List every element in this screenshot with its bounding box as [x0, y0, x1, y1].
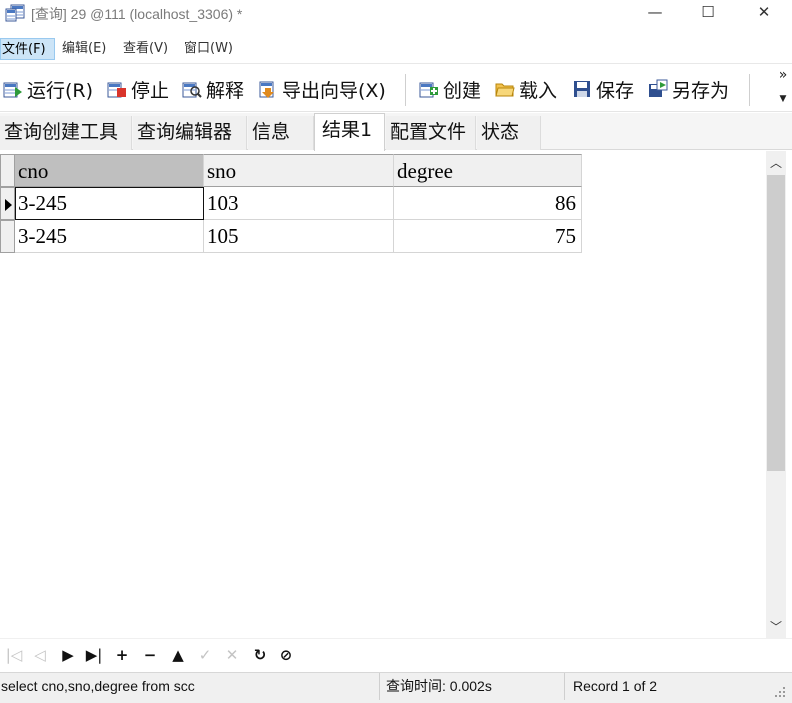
menu-file[interactable]: 文件(F) — [0, 38, 55, 60]
explain-icon — [182, 82, 202, 98]
maximize-button[interactable]: ☐ — [682, 0, 734, 26]
stop-button[interactable]: 停止 — [107, 75, 169, 103]
tab-info[interactable]: 信息 — [248, 116, 314, 150]
save-label: 保存 — [596, 79, 635, 102]
table-cell[interactable]: 75 — [394, 220, 582, 253]
status-record-count: Record 1 of 2 — [564, 673, 786, 700]
export-wizard-icon — [259, 81, 274, 98]
vertical-scrollbar[interactable]: ︿ ﹀ — [766, 151, 786, 638]
table-cell[interactable]: 103 — [204, 187, 394, 220]
refresh-icon[interactable]: ↻ — [250, 644, 270, 666]
save-as-button[interactable]: 另存为 — [648, 75, 729, 103]
scroll-down-icon[interactable]: ﹀ — [766, 617, 786, 637]
save-button[interactable]: 保存 — [572, 75, 634, 103]
prior-record-icon[interactable]: ◁ — [30, 644, 50, 666]
window-title: [查询] 29 @111 (localhost_3306) * — [31, 6, 243, 22]
column-header-sno[interactable]: sno — [204, 154, 394, 187]
menu-view[interactable]: 查看(V) — [122, 38, 169, 60]
toolbar-overflow-button[interactable]: » ▼ — [774, 68, 792, 108]
tab-profile[interactable]: 配置文件 — [386, 116, 476, 150]
run-button[interactable]: 运行(R) — [3, 75, 93, 103]
save-as-label: 另存为 — [672, 79, 730, 102]
close-button[interactable]: ✕ — [738, 0, 790, 26]
minimize-button[interactable]: — — [629, 0, 681, 26]
status-sql-text: select cno,sno,degree from scc — [1, 678, 195, 694]
dropdown-arrow-icon: ▼ — [779, 94, 787, 104]
menu-window[interactable]: 窗口(W) — [183, 38, 234, 60]
save-icon — [574, 81, 590, 97]
table-cell[interactable]: 3-245 — [15, 220, 204, 253]
explain-label: 解释 — [206, 79, 245, 102]
folder-icon — [495, 83, 515, 97]
current-row-arrow-icon — [5, 199, 12, 211]
tab-status[interactable]: 状态 — [477, 116, 541, 150]
stop-icon — [107, 82, 126, 98]
explain-button[interactable]: 解释 — [182, 75, 244, 103]
stop-label: 停止 — [131, 79, 170, 102]
run-label: 运行(R) — [27, 79, 94, 102]
load-label: 载入 — [519, 79, 558, 102]
row-indicator[interactable] — [0, 187, 15, 220]
post-edit-icon[interactable]: ✓ — [195, 644, 215, 666]
menu-bar: 文件(F) 编辑(E) 查看(V) 窗口(W) — [0, 34, 792, 64]
first-record-icon[interactable]: |◁ — [4, 644, 24, 666]
last-record-icon[interactable]: ▶| — [84, 644, 104, 666]
load-button[interactable]: 载入 — [495, 75, 557, 103]
delete-record-icon[interactable]: − — [140, 644, 160, 666]
next-record-icon[interactable]: ▶ — [58, 644, 78, 666]
toolbar: 运行(R) 停止 解释 导出向导(X) 创建 载入 保存 另存为 » ▼ — [0, 66, 792, 112]
create-icon — [419, 82, 438, 98]
create-label: 创建 — [443, 79, 482, 102]
tab-query-editor[interactable]: 查询编辑器 — [133, 116, 247, 150]
table-cell[interactable]: 105 — [204, 220, 394, 253]
menu-edit[interactable]: 编辑(E) — [61, 38, 107, 60]
column-header-cno[interactable]: cno — [15, 154, 204, 187]
save-as-icon — [649, 79, 668, 97]
column-header-degree[interactable]: degree — [394, 154, 582, 187]
toolbar-separator — [749, 74, 750, 106]
tab-bar: 查询创建工具 查询编辑器 信息 结果1 配置文件 状态 — [0, 113, 792, 151]
result-grid-area: cno sno degree 3-245 103 86 3-245 105 75 — [0, 151, 766, 638]
tab-query-builder[interactable]: 查询创建工具 — [0, 116, 132, 150]
header-corner — [0, 154, 15, 187]
chevron-double-right-icon: » — [778, 67, 788, 83]
export-wizard-button[interactable]: 导出向导(X) — [258, 75, 386, 103]
run-icon — [3, 82, 22, 98]
record-navigator: |◁ ◁ ▶ ▶| + − ▲ ✓ ✕ ↻ ⊘ — [0, 638, 792, 670]
scrollbar-thumb[interactable] — [767, 175, 785, 471]
toolbar-separator — [405, 74, 406, 106]
scroll-up-icon[interactable]: ︿ — [766, 153, 786, 173]
status-bar: select cno,sno,degree from scc 查询时间: 0.0… — [0, 672, 792, 703]
cancel-edit-icon[interactable]: ✕ — [222, 644, 242, 666]
table-cell[interactable]: 86 — [394, 187, 582, 220]
query-window-icon — [5, 4, 25, 22]
title-bar: [查询] 29 @111 (localhost_3306) * — ☐ ✕ — [0, 0, 792, 26]
table-cell[interactable]: 3-245 — [15, 187, 204, 220]
resize-grip-icon[interactable] — [773, 685, 787, 699]
tab-result-1[interactable]: 结果1 — [314, 113, 385, 151]
export-wizard-label: 导出向导(X) — [282, 79, 386, 102]
status-query-time: 查询时间: 0.002s — [379, 673, 564, 700]
insert-record-icon[interactable]: + — [112, 644, 132, 666]
edit-record-icon[interactable]: ▲ — [168, 644, 188, 666]
row-indicator[interactable] — [0, 220, 15, 253]
stop-fetch-icon[interactable]: ⊘ — [276, 644, 296, 666]
create-button[interactable]: 创建 — [419, 75, 481, 103]
